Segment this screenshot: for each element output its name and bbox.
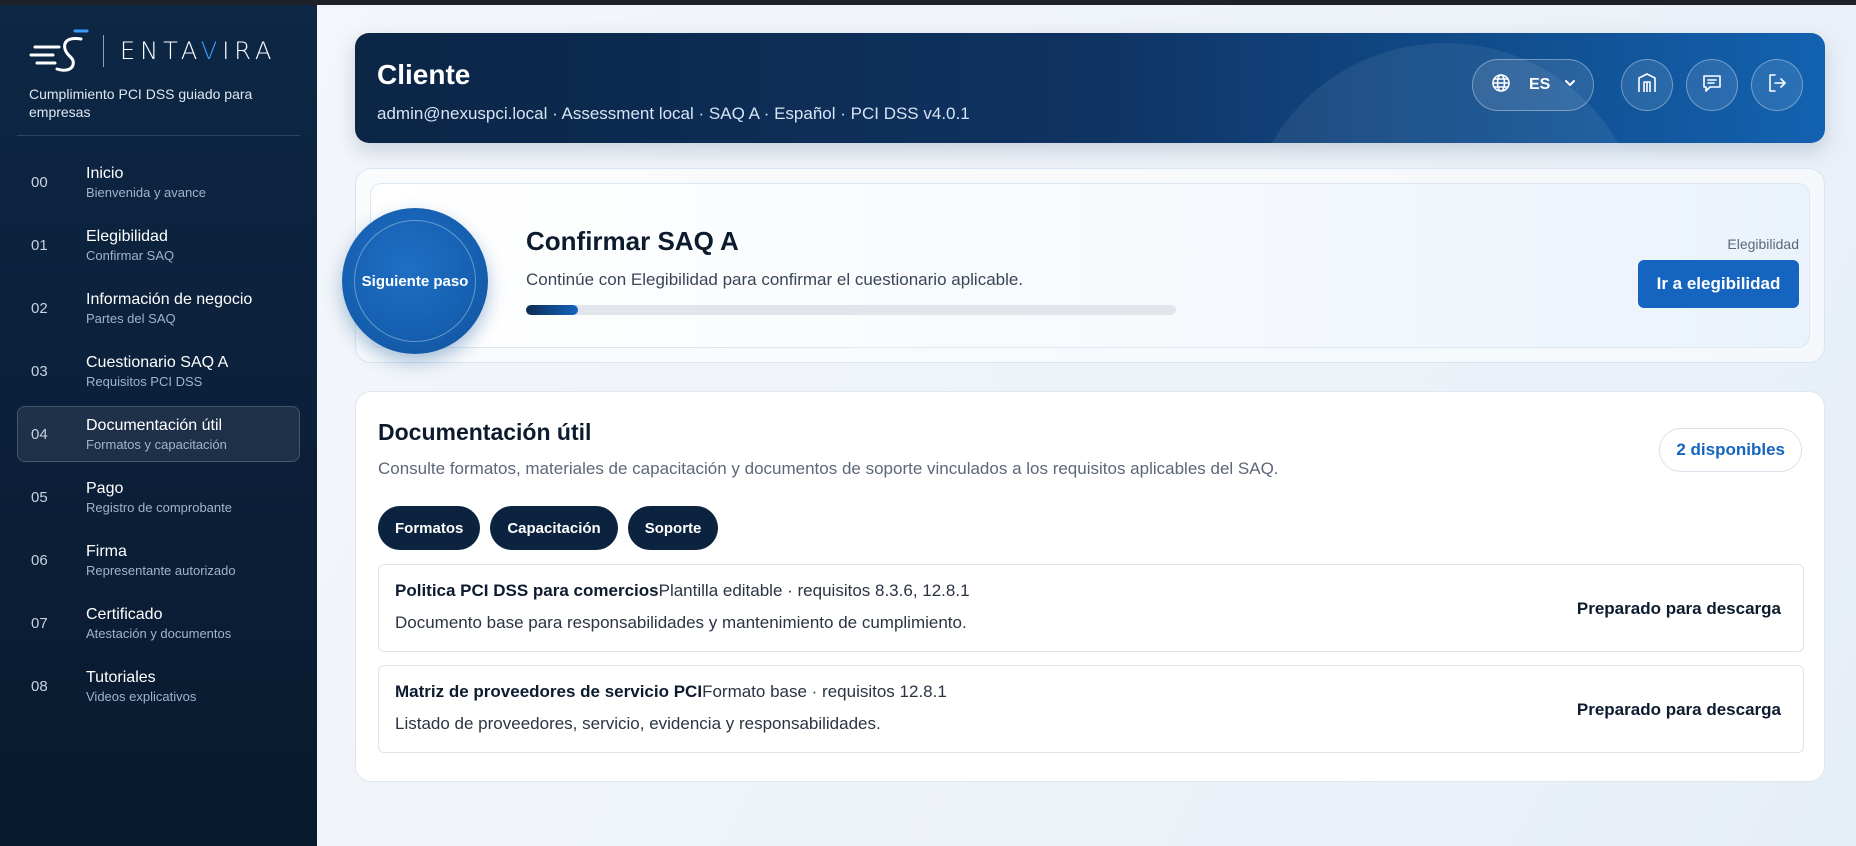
next-step-card: Siguiente paso Confirmar SAQ A Continúe …	[342, 168, 1825, 363]
sidebar-item-firma[interactable]: 06 Firma Representante autorizado	[17, 532, 300, 588]
doc-status: Preparado para descarga	[1576, 599, 1781, 618]
brand[interactable]: ENTAVIRA	[17, 27, 300, 75]
header-subtitle: admin@nexuspci.local · Assessment local …	[377, 104, 970, 123]
brand-logo-icon	[29, 27, 91, 75]
chevron-down-icon	[1564, 76, 1576, 94]
doc-description: Documento base para responsabilidades y …	[395, 613, 967, 632]
sidebar-item-label: Pago	[86, 479, 124, 497]
main-content: Cliente admin@nexuspci.local · Assessmen…	[317, 5, 1856, 846]
doc-status: Preparado para descarga	[1576, 700, 1781, 719]
filter-chip-soporte[interactable]: Soporte	[627, 506, 719, 550]
docs-title: Documentación útil	[378, 419, 592, 445]
sidebar-item-number: 00	[31, 173, 48, 191]
useful-docs-card: Documentación útil Consulte formatos, ma…	[355, 391, 1825, 782]
sidebar-item-label: Cuestionario SAQ A	[86, 353, 229, 371]
doc-heading: Politica PCI DSS para comerciosPlantilla…	[395, 581, 970, 601]
filter-chip-capacitacion[interactable]: Capacitación	[490, 506, 618, 550]
sidebar-item-label: Firma	[86, 542, 127, 560]
go-to-eligibility-button[interactable]: Ir a elegibilidad	[1638, 260, 1799, 308]
sidebar-item-documentacion[interactable]: 04 Documentación útil Formatos y capacita…	[17, 406, 300, 462]
organization-button[interactable]	[1621, 59, 1673, 111]
next-step-panel: Siguiente paso Confirmar SAQ A Continúe …	[342, 183, 1810, 354]
docs-count-badge: 2 disponibles	[1659, 428, 1802, 472]
client-header: Cliente admin@nexuspci.local · Assessmen…	[355, 33, 1825, 143]
docs-filter-chips: Formatos Capacitación Soporte	[378, 506, 728, 550]
sidebar-item-number: 08	[31, 677, 48, 695]
sidebar-item-sublabel: Atestación y documentos	[86, 625, 232, 641]
brand-divider	[103, 35, 104, 67]
header-controls: ES	[1472, 59, 1803, 111]
doc-name: Politica PCI DSS para comercios	[395, 581, 659, 600]
app-shell: ENTAVIRA Cumplimiento PCI DSS guiado par…	[0, 5, 1856, 846]
sidebar-nav: 00 Inicio Bienvenida y avance 01 Elegibil…	[17, 154, 300, 714]
sidebar-item-number: 01	[31, 236, 48, 254]
next-step-badge: Siguiente paso	[342, 208, 488, 354]
sidebar-item-elegibilidad[interactable]: 01 Elegibilidad Confirmar SAQ	[17, 217, 300, 273]
sidebar-item-label: Tutoriales	[86, 668, 156, 686]
logout-icon	[1766, 72, 1788, 99]
sidebar-item-sublabel: Videos explicativos	[86, 688, 197, 704]
sidebar-item-informacion-negocio[interactable]: 02 Información de negocio Partes del SAQ	[17, 280, 300, 336]
sidebar-item-number: 04	[31, 425, 48, 443]
doc-name: Matriz de proveedores de servicio PCI	[395, 682, 703, 701]
sidebar-item-sublabel: Formatos y capacitación	[86, 436, 227, 452]
next-step-badge-label: Siguiente paso	[354, 220, 476, 342]
brand-tagline: Cumplimiento PCI DSS guiado para empresa…	[29, 86, 253, 120]
sidebar-item-number: 03	[31, 362, 48, 380]
sidebar-divider	[17, 135, 300, 136]
sidebar: ENTAVIRA Cumplimiento PCI DSS guiado par…	[0, 5, 317, 846]
doc-meta: Formato base · requisitos 12.8.1	[702, 682, 947, 701]
sidebar-item-sublabel: Registro de comprobante	[86, 499, 232, 515]
sidebar-item-number: 07	[31, 614, 48, 632]
language-code: ES	[1529, 76, 1551, 93]
language-selector[interactable]: ES	[1472, 59, 1594, 111]
sidebar-item-label: Documentación útil	[86, 416, 223, 434]
sidebar-item-label: Inicio	[86, 164, 124, 182]
doc-heading: Matriz de proveedores de servicio PCIFor…	[395, 682, 947, 702]
docs-description: Consulte formatos, materiales de capacit…	[378, 459, 1279, 478]
sidebar-item-label: Certificado	[86, 605, 163, 623]
sidebar-item-sublabel: Requisitos PCI DSS	[86, 373, 203, 389]
logout-button[interactable]	[1751, 59, 1803, 111]
next-step-title: Confirmar SAQ A	[526, 226, 739, 256]
doc-row[interactable]: Politica PCI DSS para comerciosPlantilla…	[378, 564, 1804, 652]
sidebar-item-inicio[interactable]: 00 Inicio Bienvenida y avance	[17, 154, 300, 210]
sidebar-item-sublabel: Representante autorizado	[86, 562, 236, 578]
page-title: Cliente	[377, 59, 471, 90]
sidebar-item-sublabel: Bienvenida y avance	[86, 184, 206, 200]
next-step-progress-fill	[526, 305, 578, 315]
next-step-description: Continúe con Elegibilidad para confirmar…	[526, 270, 1024, 289]
sidebar-item-cuestionario[interactable]: 03 Cuestionario SAQ A Requisitos PCI DSS	[17, 343, 300, 399]
brand-name: ENTAVIRA	[120, 37, 277, 65]
sidebar-item-sublabel: Partes del SAQ	[86, 310, 176, 326]
sidebar-item-tutoriales[interactable]: 08 Tutoriales Videos explicativos	[17, 658, 300, 714]
building-icon	[1636, 72, 1658, 99]
sidebar-item-label: Información de negocio	[86, 290, 253, 308]
doc-row[interactable]: Matriz de proveedores de servicio PCIFor…	[378, 665, 1804, 753]
sidebar-item-certificado[interactable]: 07 Certificado Atestación y documentos	[17, 595, 300, 651]
sidebar-item-sublabel: Confirmar SAQ	[86, 247, 175, 263]
sidebar-item-pago[interactable]: 05 Pago Registro de comprobante	[17, 469, 300, 525]
next-step-progress	[526, 305, 1176, 315]
sidebar-item-number: 06	[31, 551, 48, 569]
next-step-kicker: Elegibilidad	[1727, 236, 1799, 252]
sidebar-item-label: Elegibilidad	[86, 227, 168, 245]
sidebar-item-number: 05	[31, 488, 48, 506]
chat-icon	[1701, 72, 1723, 99]
messages-button[interactable]	[1686, 59, 1738, 111]
doc-description: Listado de proveedores, servicio, eviden…	[395, 714, 881, 733]
filter-chip-formatos[interactable]: Formatos	[378, 506, 481, 550]
globe-icon	[1491, 73, 1511, 98]
doc-meta: Plantilla editable · requisitos 8.3.6, 1…	[658, 581, 970, 600]
sidebar-item-number: 02	[31, 299, 48, 317]
